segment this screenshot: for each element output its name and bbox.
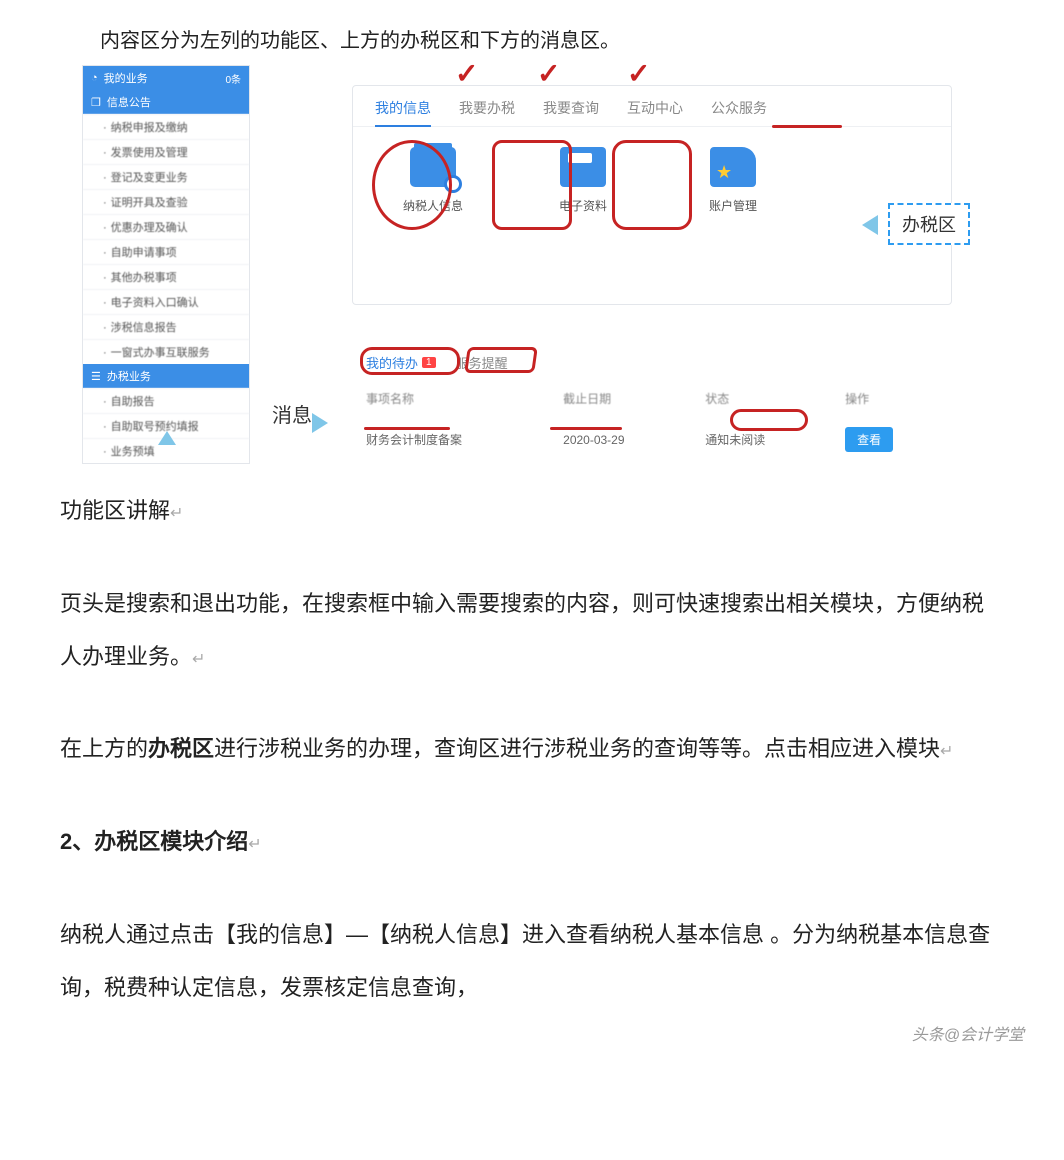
arrow-up-icon [158,431,176,445]
tab-interact[interactable]: 互动中心 [627,98,683,118]
return-mark: ↵ [940,743,953,760]
return-mark: ↵ [192,651,205,668]
bold-term: 办税区 [148,736,214,761]
sidebar-header2-label: 信息公告 [107,94,151,110]
sidebar-item[interactable]: 电子资料入口确认 [83,289,249,314]
main-tabs: 我的信息 我要办税 我要查询 互动中心 公众服务 [353,86,951,127]
arrow-left-icon [862,215,878,235]
sidebar: ◔ 我的业务 0条 ❐ 信息公告 纳税申报及缴纳 发票使用及管理 登记及变更业务… [82,65,250,464]
section-heading: 2、办税区模块介绍 [60,829,248,854]
sidebar-item[interactable]: 自助申请事项 [83,239,249,264]
sidebar-item[interactable]: 一窗式办事互联服务 [83,339,249,364]
table-row: 财务会计制度备案 2020-03-29 通知未阅读 查看 [352,417,952,462]
card-label: 纳税人信息 [393,197,473,214]
tab-dotax[interactable]: 我要办税 [459,98,515,118]
msg-tab-remind[interactable]: 服务提醒 [456,353,508,372]
sidebar-header-biz[interactable]: ☰ 办税业务 [83,364,249,388]
col-action: 操作 [831,380,952,417]
sidebar-item[interactable]: 登记及变更业务 [83,164,249,189]
sidebar-item[interactable]: 优惠办理及确认 [83,214,249,239]
tab-myinfo[interactable]: 我的信息 [375,98,431,118]
list-icon: ☰ [91,370,101,383]
sidebar-item[interactable]: 自助报告 [83,388,249,413]
section-heading: 功能区讲解 [60,498,170,523]
sidebar-header3-label: 办税业务 [107,368,151,384]
sidebar-header-info[interactable]: ❐ 信息公告 [83,90,249,114]
callout-message-area: 消息 [272,405,312,427]
return-mark: ↵ [170,505,183,522]
msg-tab-todo[interactable]: 我的待办 1 [366,353,436,372]
account-icon: ★ [710,147,756,187]
col-date: 截止日期 [549,380,691,417]
sidebar-item[interactable]: 涉税信息报告 [83,314,249,339]
tab-query[interactable]: 我要查询 [543,98,599,118]
receipt-icon [410,147,456,187]
msg-tab-label: 我的待办 [366,353,418,372]
cell-status: 通知未阅读 [691,417,831,462]
tab-public[interactable]: 公众服务 [711,98,767,118]
card-taxpayer-info[interactable]: 纳税人信息 [393,147,473,214]
sidebar-item[interactable]: 证明开具及查验 [83,189,249,214]
sidebar-header-mytasks[interactable]: ◔ 我的业务 0条 [83,66,249,90]
intro-text: 内容区分为左列的功能区、上方的办税区和下方的消息区。 [100,24,1004,53]
sidebar-header-label: 我的业务 [104,70,148,86]
card-label: 电子资料 [543,197,623,214]
folder-icon [560,147,606,187]
paragraph-part: 进行涉税业务的办理，查询区进行涉税业务的查询等等。点击相应进入模块 [214,736,940,761]
watermark: 头条@会计学堂 [912,1021,1024,1045]
note-icon: ❐ [91,96,101,109]
message-table: 事项名称 截止日期 状态 操作 财务会计制度备案 2020-03-29 通知未阅… [352,380,952,462]
sidebar-header-badge: 0条 [225,71,241,86]
tax-area-panel: 我的信息 我要办税 我要查询 互动中心 公众服务 纳税人信息 电子资料 ★ 账户… [352,85,952,305]
card-edocs[interactable]: 电子资料 [543,147,623,214]
paragraph-part: 在上方的 [60,736,148,761]
sidebar-item[interactable]: 其他办税事项 [83,264,249,289]
cell-name: 财务会计制度备案 [352,417,549,462]
ui-screenshot-figure: ◔ 我的业务 0条 ❐ 信息公告 纳税申报及缴纳 发票使用及管理 登记及变更业务… [82,65,982,445]
col-status: 状态 [691,380,831,417]
sidebar-item[interactable]: 发票使用及管理 [83,139,249,164]
clock-icon: ◔ [91,72,98,84]
badge-count: 1 [422,357,436,368]
callout-tax-area: 办税区 [888,203,970,245]
col-name: 事项名称 [352,380,549,417]
card-label: 账户管理 [693,197,773,214]
arrow-right-icon [312,413,328,433]
view-button[interactable]: 查看 [845,427,893,452]
message-panel: 我的待办 1 服务提醒 事项名称 截止日期 状态 操作 财务会计制度备案 202… [352,345,952,462]
cell-date: 2020-03-29 [549,417,691,462]
return-mark: ↵ [248,836,261,853]
article-body: 功能区讲解↵ 页头是搜索和退出功能，在搜索框中输入需要搜索的内容，则可快速搜索出… [60,485,1004,1015]
sidebar-item[interactable]: 纳税申报及缴纳 [83,114,249,139]
card-account[interactable]: ★ 账户管理 [693,147,773,214]
paragraph: 纳税人通过点击【我的信息】—【纳税人信息】进入查看纳税人基本信息 。分为纳税基本… [60,922,990,1000]
